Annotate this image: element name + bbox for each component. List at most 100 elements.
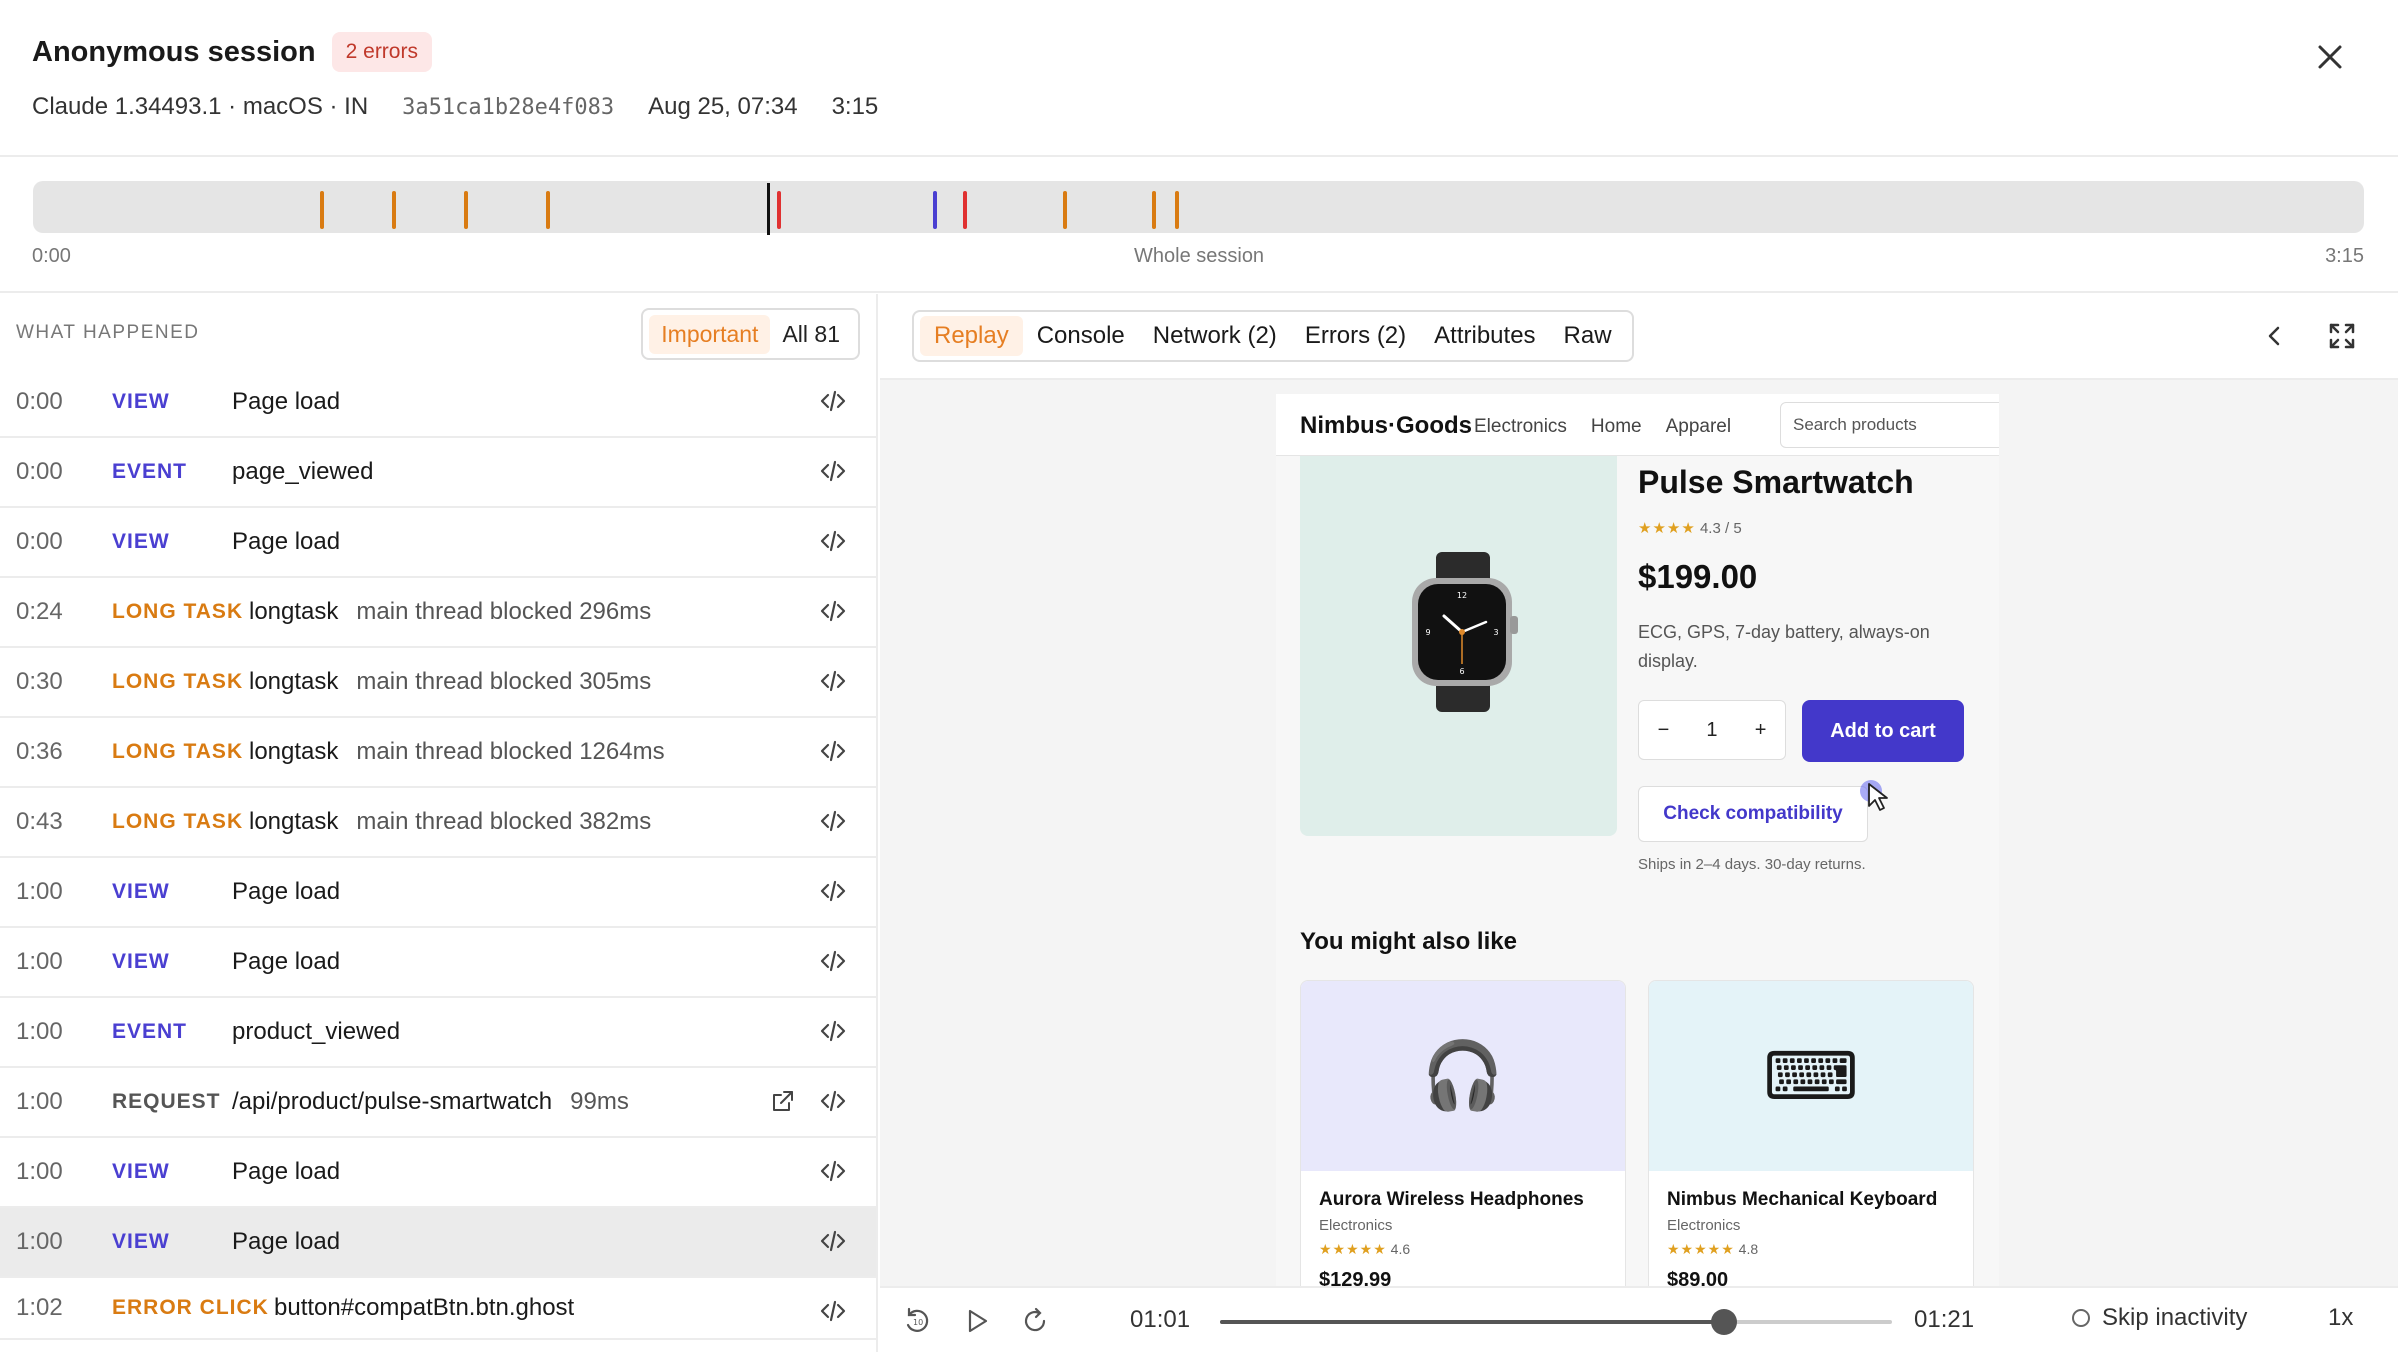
code-icon[interactable] bbox=[818, 526, 848, 556]
timeline-track[interactable] bbox=[33, 181, 2364, 235]
tab-console[interactable]: Console bbox=[1023, 316, 1139, 356]
event-name: product_viewed bbox=[232, 1018, 401, 1045]
code-icon[interactable] bbox=[818, 876, 848, 906]
session-timeline: 0:00 Whole session 3:15 bbox=[0, 159, 2398, 293]
product-card-price: $89.00 bbox=[1667, 1269, 1729, 1286]
filter-important[interactable]: Important bbox=[649, 314, 771, 354]
events-panel-header: WHAT HAPPENED Important All 81 bbox=[0, 294, 876, 368]
fullscreen-icon[interactable] bbox=[2326, 320, 2358, 352]
skip-inactivity-toggle[interactable]: Skip inactivity bbox=[2072, 1304, 2247, 1332]
event-row[interactable]: 0:00 EVENT page_viewed bbox=[0, 438, 876, 508]
filter-all[interactable]: All 81 bbox=[770, 315, 852, 354]
code-icon[interactable] bbox=[818, 946, 848, 976]
event-detail: main thread blocked 1264ms bbox=[356, 738, 665, 765]
event-time: 1:02 bbox=[16, 1294, 63, 1321]
product-card: 🎧 Aurora Wireless Headphones Electronics ★★… bbox=[1300, 980, 1626, 1286]
close-icon[interactable] bbox=[2310, 40, 2350, 80]
timeline-marker-view[interactable] bbox=[933, 191, 937, 229]
timeline-marker-error[interactable] bbox=[963, 191, 967, 229]
skip-inactivity-radio[interactable] bbox=[2072, 1309, 2090, 1327]
event-row[interactable]: 1:00 EVENT product_viewed bbox=[0, 998, 876, 1068]
tab-attributes[interactable]: Attributes bbox=[1420, 316, 1549, 356]
event-row[interactable]: 1:00 REQUEST/api/product/pulse-smartwatch… bbox=[0, 1068, 876, 1138]
scrubber-track[interactable] bbox=[1220, 1309, 1892, 1335]
code-icon[interactable] bbox=[818, 1156, 848, 1186]
play-icon[interactable] bbox=[962, 1306, 992, 1336]
timeline-marker-long-task[interactable] bbox=[1152, 191, 1156, 229]
check-compatibility-button: Check compatibility bbox=[1638, 786, 1868, 842]
event-type: VIEW bbox=[112, 390, 170, 413]
rating-stars: ★★★★ bbox=[1638, 520, 1696, 537]
event-time: 1:00 bbox=[16, 1158, 63, 1185]
external-link-icon[interactable] bbox=[770, 1088, 796, 1114]
timeline-marker-long-task[interactable] bbox=[320, 191, 324, 229]
code-icon[interactable] bbox=[818, 596, 848, 626]
code-icon[interactable] bbox=[818, 456, 848, 486]
site-nav-apparel: Apparel bbox=[1665, 416, 1732, 437]
code-icon[interactable] bbox=[818, 666, 848, 696]
product-card-category: Electronics bbox=[1667, 1217, 1741, 1234]
timeline-playhead[interactable] bbox=[767, 183, 770, 235]
playback-speed[interactable]: 1x bbox=[2328, 1304, 2353, 1332]
chevron-left-icon[interactable] bbox=[2258, 320, 2290, 352]
event-name: Page load bbox=[232, 878, 341, 905]
event-row[interactable]: 0:30 LONG TASK longtask main thread blocked… bbox=[0, 648, 876, 718]
timeline-marker-long-task[interactable] bbox=[546, 191, 550, 229]
event-body: Page load bbox=[232, 388, 340, 416]
svg-text:10: 10 bbox=[913, 1318, 923, 1327]
event-body: product_viewed bbox=[232, 1018, 400, 1046]
event-row[interactable]: 1:00 VIEW Page load bbox=[0, 1138, 876, 1208]
code-icon[interactable] bbox=[818, 736, 848, 766]
timeline-marker-long-task[interactable] bbox=[1063, 191, 1067, 229]
rating-stars: ★★★★★ bbox=[1667, 1241, 1735, 1257]
event-time: 1:00 bbox=[16, 948, 63, 975]
timeline-marker-long-task[interactable] bbox=[392, 191, 396, 229]
error-count-badge[interactable]: 2 errors bbox=[331, 32, 432, 72]
event-detail: 99ms bbox=[570, 1088, 629, 1115]
timeline-marker-long-task[interactable] bbox=[1175, 191, 1179, 229]
event-row[interactable]: 1:02 ERROR CLICK button#compatBtn.btn.ghos… bbox=[0, 1278, 876, 1340]
event-row[interactable]: 1:00 VIEW Page load bbox=[0, 1208, 876, 1278]
rating-value: 4.6 bbox=[1390, 1241, 1411, 1257]
event-row[interactable]: 0:00 VIEW Page load bbox=[0, 368, 876, 438]
event-type: LONG TASK bbox=[112, 810, 244, 833]
event-type: VIEW bbox=[112, 950, 170, 973]
event-body: longtask main thread blocked 1264ms bbox=[249, 738, 665, 766]
event-row[interactable]: 1:00 VIEW Page load bbox=[0, 858, 876, 928]
scrubber-handle[interactable] bbox=[1711, 1309, 1737, 1335]
event-row[interactable]: 0:43 LONG TASK longtask main thread blocked… bbox=[0, 788, 876, 858]
code-icon[interactable] bbox=[818, 1226, 848, 1256]
code-icon[interactable] bbox=[818, 806, 848, 836]
rewind-icon[interactable]: 10 bbox=[902, 1306, 932, 1336]
event-row[interactable]: 0:00 VIEW Page load bbox=[0, 508, 876, 578]
timeline-marker-long-task[interactable] bbox=[464, 191, 468, 229]
event-name: Page load bbox=[232, 1228, 341, 1255]
replay-viewport[interactable]: Nimbus·Goods Electronics Home Apparel Sear… bbox=[1276, 394, 1999, 1286]
event-body: page_viewed bbox=[232, 458, 373, 486]
event-time: 0:43 bbox=[16, 808, 63, 835]
code-icon[interactable] bbox=[818, 1296, 848, 1326]
event-time: 1:00 bbox=[16, 1018, 63, 1045]
event-body: longtask main thread blocked 296ms bbox=[249, 598, 651, 626]
timeline-start-label: 0:00 bbox=[32, 245, 71, 267]
qty-plus-button: + bbox=[1754, 718, 1767, 741]
event-type: EVENT bbox=[112, 460, 188, 483]
tab-replay[interactable]: Replay bbox=[920, 316, 1023, 356]
code-icon[interactable] bbox=[818, 1086, 848, 1116]
code-icon[interactable] bbox=[818, 1016, 848, 1046]
event-row[interactable]: 0:36 LONG TASK longtask main thread blocked… bbox=[0, 718, 876, 788]
smartwatch-image: 12 6 9 3 bbox=[1412, 552, 1518, 712]
code-icon[interactable] bbox=[818, 386, 848, 416]
tab-network[interactable]: Network (2) bbox=[1139, 316, 1291, 356]
event-row[interactable]: 0:24 LONG TASK longtask main thread blocked… bbox=[0, 578, 876, 648]
restart-icon[interactable] bbox=[1020, 1306, 1050, 1336]
tab-raw[interactable]: Raw bbox=[1550, 316, 1626, 356]
event-name: page_viewed bbox=[232, 458, 374, 485]
timeline-marker-error[interactable] bbox=[777, 191, 781, 229]
event-row[interactable]: 1:00 VIEW Page load bbox=[0, 928, 876, 998]
tab-errors[interactable]: Errors (2) bbox=[1291, 316, 1420, 356]
event-body: Page load bbox=[232, 528, 340, 556]
timeline-end-label: 3:15 bbox=[2325, 245, 2364, 267]
event-list: 0:00 VIEW Page load 0:00 EVENT page_viewed 0:0… bbox=[0, 368, 876, 1340]
session-id[interactable]: 3a51ca1b28e4f083 bbox=[402, 95, 614, 120]
